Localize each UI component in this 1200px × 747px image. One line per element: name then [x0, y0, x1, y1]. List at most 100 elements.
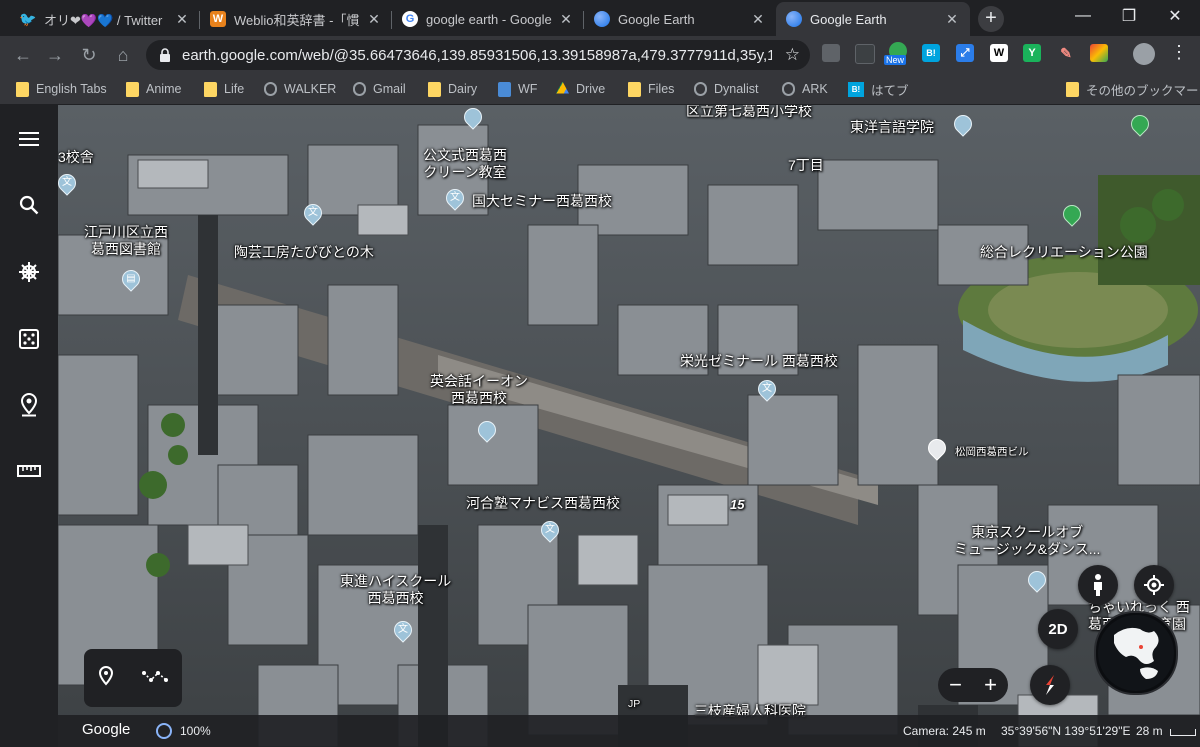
- back-arrow-icon[interactable]: ←: [10, 42, 36, 68]
- url-text: earth.google.com/web/@35.66473646,139.85…: [182, 46, 772, 64]
- zoom-out-icon[interactable]: −: [949, 672, 962, 698]
- ext-gray-icon[interactable]: [822, 44, 840, 62]
- measure-ruler-icon[interactable]: [14, 456, 44, 486]
- globe-icon: [264, 82, 277, 96]
- google-logo: Google: [82, 721, 131, 738]
- close-icon[interactable]: ✕: [750, 11, 766, 28]
- bookmark-walker[interactable]: WALKER: [264, 80, 336, 98]
- search-icon[interactable]: [14, 190, 44, 220]
- address-bar[interactable]: earth.google.com/web/@35.66473646,139.85…: [146, 40, 810, 70]
- map-label: JP: [628, 698, 641, 710]
- avatar[interactable]: [1133, 43, 1155, 65]
- maximize-button[interactable]: ❐: [1106, 0, 1152, 32]
- tab-google-earth[interactable]: Google Earth ✕: [584, 2, 776, 36]
- map-label[interactable]: 河合塾マナビス西葛西校: [466, 495, 620, 512]
- bookmark-label: Life: [224, 82, 245, 96]
- forward-arrow-icon[interactable]: →: [42, 42, 68, 68]
- tab-google-search[interactable]: G google earth - Google ✕: [392, 2, 584, 36]
- reload-icon[interactable]: ↻: [76, 42, 102, 68]
- map-label[interactable]: 国大セミナー西葛西校: [472, 193, 612, 210]
- ext-rainbow-icon[interactable]: [1090, 44, 1108, 62]
- add-placemark-icon[interactable]: [98, 665, 114, 691]
- map-label[interactable]: 江戸川区立西 葛西図書館: [84, 224, 168, 258]
- toggle-2d-button[interactable]: 2D: [1038, 609, 1078, 649]
- bookmark-wf[interactable]: WF: [498, 80, 537, 98]
- ext-dark-icon[interactable]: [855, 44, 875, 64]
- map-label[interactable]: 東京スクールオブ ミュージック&ダンス...: [954, 524, 1100, 558]
- bookmark-files[interactable]: Files: [628, 80, 674, 98]
- map-label[interactable]: 総合レクリエーション公園: [980, 244, 1148, 261]
- my-location-icon[interactable]: [1134, 565, 1174, 605]
- menu-hamburger-icon[interactable]: [14, 124, 44, 154]
- bookmark-life[interactable]: Life: [204, 80, 244, 98]
- map-label[interactable]: 東進ハイスクール 西葛西校: [340, 573, 451, 607]
- mini-globe-icon[interactable]: [1094, 611, 1178, 695]
- ext-y-icon[interactable]: Y: [1023, 44, 1041, 62]
- bookmark-label: Anime: [146, 82, 182, 96]
- other-bookmarks[interactable]: その他のブックマーク: [1066, 80, 1200, 98]
- google-g-icon: G: [402, 11, 418, 27]
- voyager-wheel-icon[interactable]: [14, 257, 44, 287]
- bookmark-anime[interactable]: Anime: [126, 80, 181, 98]
- globe-icon: [353, 82, 366, 96]
- bookmark-dynalist[interactable]: Dynalist: [694, 80, 758, 98]
- ext-pen-icon[interactable]: ✎: [1057, 44, 1075, 62]
- status-bar: Google 100% Camera: 245 m 35°39'56"N 139…: [58, 715, 1200, 747]
- map-label[interactable]: 英会話イーオン 西葛西校: [430, 373, 528, 407]
- map-label[interactable]: 3校舎: [58, 149, 94, 166]
- tab-twitter[interactable]: 🐦 オリ❤💜💙 / Twitter ✕: [10, 2, 200, 36]
- home-icon[interactable]: ⌂: [110, 42, 136, 68]
- map-label[interactable]: 公文式西葛西 クリーン教室: [423, 147, 507, 181]
- hatena-icon: B!: [848, 81, 864, 97]
- tab-title: Google Earth: [810, 11, 887, 27]
- draw-line-icon[interactable]: [142, 669, 168, 688]
- map-label[interactable]: 陶芸工房たびびとの木: [234, 244, 374, 261]
- bookmark-hatena[interactable]: B! はてブ: [848, 80, 909, 98]
- projects-pin-icon[interactable]: [14, 390, 44, 420]
- camera-altitude: Camera: 245 m: [903, 724, 986, 738]
- ext-hatena-icon[interactable]: B!: [922, 44, 940, 62]
- close-icon[interactable]: ✕: [174, 11, 190, 28]
- bookmark-dairy[interactable]: Dairy: [428, 80, 477, 98]
- map-label[interactable]: 7丁目: [788, 157, 824, 174]
- earth-sidebar: [0, 105, 58, 747]
- bookmark-drive[interactable]: Drive: [556, 80, 605, 98]
- browser-toolbar: ← → ↻ ⌂ earth.google.com/web/@35.6647364…: [0, 36, 1200, 74]
- bookmark-bar: English Tabs Anime Life WALKER Gmail Dai…: [0, 74, 1200, 105]
- close-icon[interactable]: ✕: [366, 11, 382, 28]
- scale-text: 28 m: [1136, 724, 1163, 738]
- bookmark-gmail[interactable]: Gmail: [353, 80, 406, 98]
- compass-needle-icon[interactable]: [1030, 665, 1070, 705]
- workflowy-icon: [498, 81, 511, 97]
- bookmark-label: Dairy: [448, 82, 478, 96]
- globe-icon: [694, 82, 707, 96]
- bookmark-ark[interactable]: ARK: [782, 80, 828, 98]
- cursor-coordinates: 35°39'56"N 139°51'29"E: [1001, 724, 1131, 738]
- tab-title: Google Earth: [618, 11, 695, 27]
- map-label[interactable]: 松岡西葛西ビル: [955, 446, 1029, 458]
- bookmark-star-icon[interactable]: ☆: [785, 45, 800, 65]
- zoom-controls: − +: [938, 668, 1008, 702]
- new-tab-button[interactable]: +: [978, 6, 1004, 32]
- ext-arrow-icon[interactable]: ⤢: [956, 44, 974, 62]
- map-imagery[interactable]: 文 文 文 ▤ 文 文 文 区立第七葛西小学校 東洋言語学院 3校舎 公文式西葛…: [58, 105, 1200, 747]
- close-window-button[interactable]: ✕: [1152, 0, 1198, 32]
- map-label[interactable]: 区立第七葛西小学校: [686, 105, 812, 120]
- tab-title: オリ❤💜💙 / Twitter: [44, 12, 163, 28]
- map-label[interactable]: 東洋言語学院: [850, 119, 934, 136]
- bookmark-english-tabs[interactable]: English Tabs: [16, 80, 107, 98]
- menu-kebab-icon[interactable]: ⋮: [1170, 42, 1188, 63]
- zoom-in-icon[interactable]: +: [984, 672, 997, 698]
- tab-google-earth-active[interactable]: Google Earth ✕: [776, 2, 970, 36]
- tab-title: google earth - Google: [426, 11, 552, 27]
- ext-w-icon[interactable]: W: [990, 44, 1008, 62]
- close-icon[interactable]: ✕: [944, 11, 960, 28]
- map-label[interactable]: 栄光ゼミナール 西葛西校: [680, 353, 838, 370]
- bookmark-label: Files: [648, 82, 675, 96]
- new-badge: New: [884, 55, 907, 65]
- street-view-pegman-icon[interactable]: [1078, 565, 1118, 605]
- close-icon[interactable]: ✕: [558, 11, 574, 28]
- tab-weblio[interactable]: W Weblio和英辞書 -「慣 ✕: [200, 2, 392, 36]
- minimize-button[interactable]: —: [1060, 0, 1106, 32]
- feeling-lucky-dice-icon[interactable]: [14, 324, 44, 354]
